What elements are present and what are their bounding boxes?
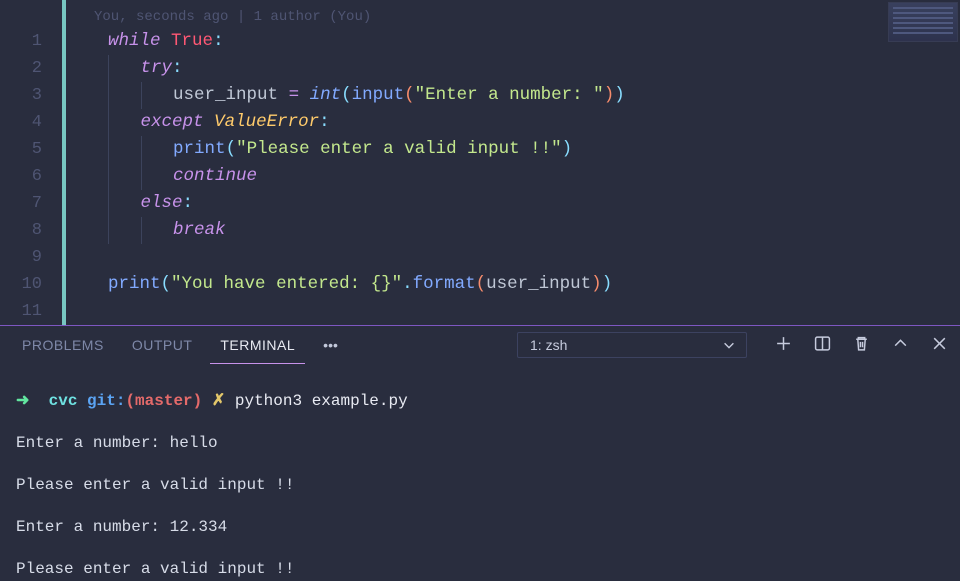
terminal-line: Enter a number: 12.334	[16, 517, 944, 538]
line-number: 5	[0, 136, 42, 163]
panel-overflow-button[interactable]: •••	[313, 337, 348, 353]
terminal-line: Please enter a valid input !!	[16, 559, 944, 580]
git-blame-annotation: You, seconds ago | 1 author (You)	[66, 6, 960, 28]
code-line[interactable]: while True:	[66, 28, 960, 55]
code-area[interactable]: You, seconds ago | 1 author (You) while …	[66, 0, 960, 325]
terminal-line: ➜ cvc git:(master) ✗ python3 example.py	[16, 391, 944, 412]
code-lines: while True: try: user_input = int(input(…	[66, 28, 960, 325]
line-number-gutter: 1 2 3 4 5 6 7 8 9 10 11	[0, 0, 62, 325]
terminal-line: Enter a number: hello	[16, 433, 944, 454]
code-line[interactable]: break	[66, 217, 960, 244]
line-number: 7	[0, 190, 42, 217]
terminal-line: Please enter a valid input !!	[16, 475, 944, 496]
code-line[interactable]: continue	[66, 163, 960, 190]
code-line[interactable]: except ValueError:	[66, 109, 960, 136]
terminal-output[interactable]: ➜ cvc git:(master) ✗ python3 example.py …	[0, 364, 960, 581]
code-line[interactable]: print("Please enter a valid input !!")	[66, 136, 960, 163]
line-number: 10	[0, 271, 42, 298]
terminal-selector[interactable]: 1: zsh	[517, 332, 747, 358]
tab-problems[interactable]: PROBLEMS	[12, 326, 114, 364]
line-number: 11	[0, 298, 42, 325]
maximize-panel-button[interactable]	[892, 335, 909, 355]
line-number: 3	[0, 82, 42, 109]
chevron-down-icon	[722, 338, 736, 352]
minimap[interactable]	[888, 2, 958, 42]
code-line[interactable]: print("You have entered: {}".format(user…	[66, 271, 960, 298]
line-number: 1	[0, 28, 42, 55]
line-number: 2	[0, 55, 42, 82]
kill-terminal-button[interactable]	[853, 335, 870, 355]
line-number: 4	[0, 109, 42, 136]
tab-terminal[interactable]: TERMINAL	[210, 326, 305, 364]
code-line[interactable]: else:	[66, 190, 960, 217]
line-number: 6	[0, 163, 42, 190]
line-number: 8	[0, 217, 42, 244]
code-line[interactable]: user_input = int(input("Enter a number: …	[66, 82, 960, 109]
line-number: 9	[0, 244, 42, 271]
tab-output[interactable]: OUTPUT	[122, 326, 203, 364]
code-line[interactable]	[66, 244, 960, 271]
close-panel-button[interactable]	[931, 335, 948, 355]
panel-tabbar: PROBLEMS OUTPUT TERMINAL ••• 1: zsh	[0, 326, 960, 364]
editor-pane: 1 2 3 4 5 6 7 8 9 10 11 You, seconds ago…	[0, 0, 960, 325]
split-terminal-button[interactable]	[814, 335, 831, 355]
bottom-panel: PROBLEMS OUTPUT TERMINAL ••• 1: zsh ➜ cv…	[0, 325, 960, 581]
terminal-selector-label: 1: zsh	[530, 337, 567, 353]
new-terminal-button[interactable]	[775, 335, 792, 355]
code-line[interactable]: try:	[66, 55, 960, 82]
code-line[interactable]	[66, 298, 960, 325]
